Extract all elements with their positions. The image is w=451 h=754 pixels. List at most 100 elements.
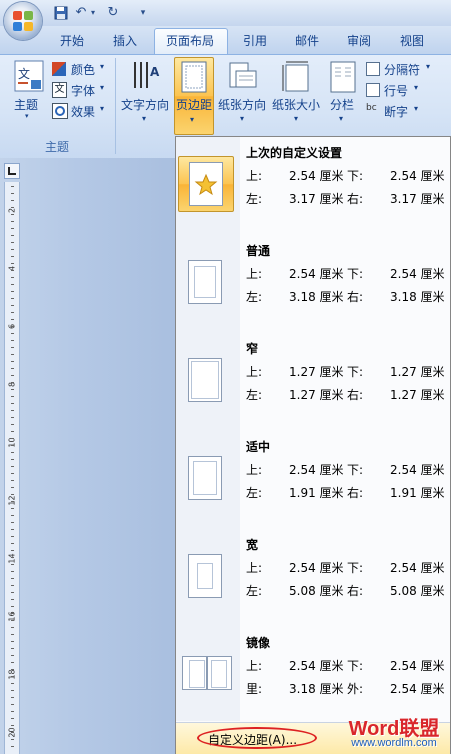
fonts-button[interactable]: 文 字体 ▾ xyxy=(52,81,110,99)
ruler-tick xyxy=(11,697,14,698)
preset-name: 上次的自定义设置 xyxy=(246,146,343,160)
colors-button[interactable]: 颜色 ▾ xyxy=(52,60,110,78)
ruler-tick xyxy=(11,424,14,425)
label-top: 上: xyxy=(246,365,263,379)
columns-icon xyxy=(330,61,356,93)
ruler-tick xyxy=(11,690,14,691)
ruler-tick xyxy=(11,725,14,726)
hyphenation-button[interactable]: bc 断字 ▾ xyxy=(364,102,448,120)
label-top: 上: xyxy=(246,463,263,477)
highlight-oval xyxy=(197,727,317,749)
orientation-icon xyxy=(229,62,257,88)
chevron-down-icon: ▾ xyxy=(240,114,245,123)
tab-references[interactable]: 引用 xyxy=(234,30,276,52)
office-button[interactable] xyxy=(4,2,42,40)
label-top: 上: xyxy=(246,561,263,575)
chevron-down-icon: ▾ xyxy=(426,62,431,71)
page-margin-icon xyxy=(188,358,222,402)
ruler-tick xyxy=(11,676,14,677)
preset-name: 窄 xyxy=(246,342,259,356)
ruler-tick xyxy=(11,550,14,551)
label-left: 左: xyxy=(246,290,263,304)
value-left: 1.91 厘米 xyxy=(289,486,344,500)
undo-dropdown-icon[interactable]: ▾ xyxy=(88,4,98,22)
ruler-tick xyxy=(11,333,14,334)
columns-button[interactable]: 分栏 ▾ xyxy=(326,58,360,134)
ruler-tick xyxy=(11,480,14,481)
ruler-tick xyxy=(11,508,14,509)
orientation-button[interactable]: 纸张方向 ▾ xyxy=(216,58,270,134)
breaks-button[interactable]: 分隔符 ▾ xyxy=(364,60,448,78)
redo-icon[interactable]: ↻ xyxy=(104,4,122,22)
label-bottom: 下: xyxy=(347,561,364,575)
value-bottom: 2.54 厘米 xyxy=(390,267,445,281)
tab-home[interactable]: 开始 xyxy=(50,30,94,52)
ruler-tick xyxy=(11,228,14,229)
margins-button[interactable]: 页边距 ▾ xyxy=(174,57,214,135)
ruler-tick xyxy=(11,711,14,712)
ruler-tick xyxy=(11,487,14,488)
ruler-tick xyxy=(11,431,14,432)
label-right: 外: xyxy=(347,682,364,696)
ruler-tick xyxy=(11,291,14,292)
text-direction-button[interactable]: A 文字方向 ▾ xyxy=(119,58,173,134)
ruler-tick xyxy=(11,340,14,341)
value-top: 2.54 厘米 xyxy=(289,659,344,673)
ruler-tick xyxy=(11,200,14,201)
ruler-tick xyxy=(11,746,14,747)
ruler-tick xyxy=(11,410,14,411)
breaks-icon xyxy=(366,62,380,76)
tab-selector-icon[interactable] xyxy=(4,163,20,179)
margin-preset-moderate[interactable]: 适中 上: 2.54 厘米 下: 2.54 厘米 左: 1.91 厘米 右: 1.91 厘米 xyxy=(176,430,451,528)
tab-review[interactable]: 审阅 xyxy=(338,30,380,52)
ruler-tick xyxy=(11,186,14,187)
preset-name: 宽 xyxy=(246,538,259,552)
tab-view[interactable]: 视图 xyxy=(390,30,434,52)
margin-preset-normal[interactable]: 普通 上: 2.54 厘米 下: 2.54 厘米 左: 3.18 厘米 右: 3.18 厘米 xyxy=(176,234,451,332)
label-right: 右: xyxy=(347,290,364,304)
page-star-icon xyxy=(189,162,223,206)
ruler-tick xyxy=(11,641,14,642)
line-numbers-button[interactable]: 行号 ▾ xyxy=(364,81,448,99)
ruler-tick xyxy=(11,620,14,621)
margin-preset-narrow[interactable]: 窄上: 1.27 厘米 下: 1.27 厘米 左: 1.27 厘米 右: 1.27 厘米 xyxy=(176,332,451,430)
chevron-down-icon: ▾ xyxy=(100,83,105,92)
save-icon[interactable] xyxy=(52,4,70,22)
ruler-tick xyxy=(11,522,14,523)
ruler-tick xyxy=(11,683,14,684)
value-right: 2.54 厘米 xyxy=(390,682,445,696)
value-right: 5.08 厘米 xyxy=(390,584,445,598)
size-button[interactable]: 纸张大小 ▾ xyxy=(270,58,324,134)
tab-mailings[interactable]: 邮件 xyxy=(286,30,328,52)
ruler-tick xyxy=(11,354,14,355)
document-area xyxy=(0,158,176,754)
ruler-tick xyxy=(11,445,14,446)
customize-qat-icon[interactable]: ▾ xyxy=(136,4,150,22)
tab-insert[interactable]: 插入 xyxy=(104,30,146,52)
mirror-pages-icon xyxy=(182,656,232,690)
value-left: 3.18 厘米 xyxy=(289,682,344,696)
label-top: 上: xyxy=(246,169,263,183)
group-separator xyxy=(115,58,116,154)
page-margin-icon xyxy=(188,554,222,598)
margin-preset-wide[interactable]: 宽上: 2.54 厘米 下: 2.54 厘米 左: 5.08 厘米 右: 5.08 厘米 xyxy=(176,528,451,626)
ruler-tick xyxy=(11,536,14,537)
margin-preset-mirror[interactable]: 镜像 上: 2.54 厘米 下: 2.54 厘米 里: 3.18 厘米 外: 2.54 厘米 xyxy=(176,626,451,724)
line-numbers-icon xyxy=(366,83,380,97)
margin-preset-last[interactable]: 上次的自定义设置 上: 2.54 厘米 下: 2.54 厘米 左: 3.17 厘米 右: 3.1… xyxy=(176,136,451,234)
ruler-tick xyxy=(11,347,14,348)
ruler-tick xyxy=(11,578,14,579)
ruler-tick xyxy=(11,494,14,495)
ruler-number: 18 xyxy=(7,669,17,680)
themes-group-label: 主题 xyxy=(44,140,69,154)
preset-name: 适中 xyxy=(246,440,271,454)
effects-button[interactable]: 效果 ▾ xyxy=(52,102,110,120)
themes-button[interactable]: 文 主题 ▾ xyxy=(12,60,46,120)
ruler-tick xyxy=(11,403,14,404)
ruler-tick xyxy=(11,298,14,299)
label-top: 上: xyxy=(246,659,263,673)
tab-page-layout[interactable]: 页面布局 xyxy=(156,30,224,52)
value-top: 2.54 厘米 xyxy=(289,463,344,477)
label-bottom: 下: xyxy=(347,169,364,183)
ruler-tick xyxy=(11,466,14,467)
